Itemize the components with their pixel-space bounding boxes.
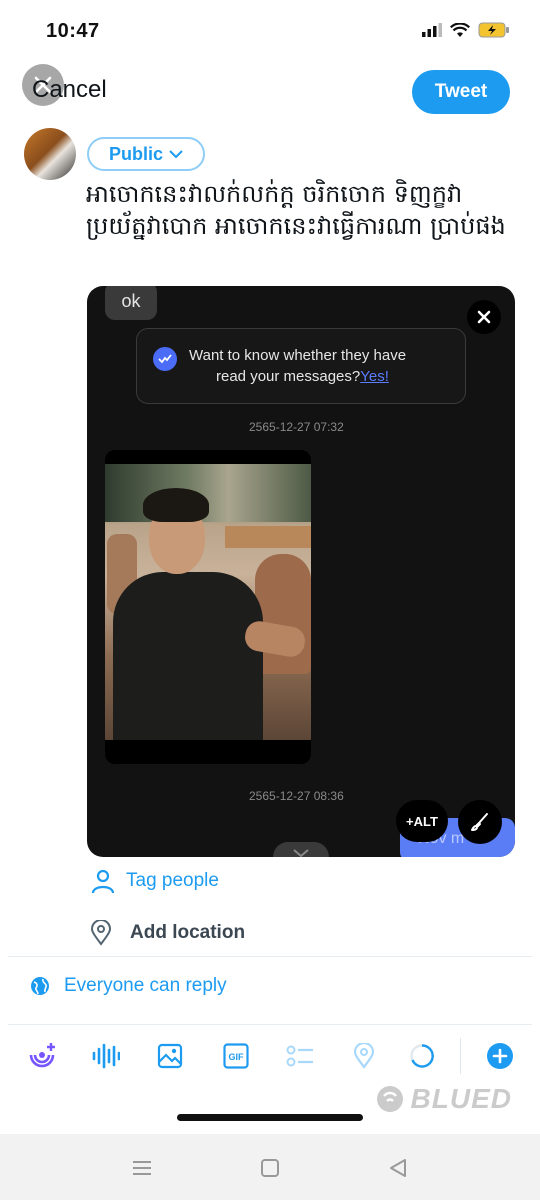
menu-lines-icon — [133, 1161, 151, 1175]
watermark-text: BLUED — [410, 1083, 512, 1114]
remove-media-button[interactable] — [467, 300, 501, 334]
photo-message — [105, 450, 311, 764]
gif-button[interactable]: GIF — [220, 1040, 252, 1072]
chevron-down-icon — [169, 150, 183, 159]
voice-button[interactable] — [90, 1040, 122, 1072]
notice-yes-link: Yes! — [360, 368, 389, 385]
spaces-button[interactable] — [26, 1040, 58, 1072]
square-icon — [261, 1159, 279, 1177]
composer-toolbar: GIF — [8, 1030, 532, 1082]
status-icons — [422, 22, 510, 38]
cancel-label[interactable]: Cancel — [32, 76, 107, 104]
cancel-button[interactable]: Cancel — [22, 62, 132, 112]
read-receipt-notice: Want to know whether they have read your… — [136, 328, 466, 404]
tag-people-label: Tag people — [126, 870, 219, 891]
home-button[interactable] — [258, 1156, 282, 1180]
audience-selector[interactable]: Public — [87, 137, 205, 171]
brush-icon — [471, 813, 488, 831]
notice-line-2: read your messages?Yes! — [216, 368, 389, 385]
location-pin-icon — [90, 920, 112, 946]
attached-image[interactable]: ok Want to know whether they have read y… — [87, 286, 515, 857]
person-photo — [105, 464, 311, 740]
wifi-icon — [450, 22, 470, 37]
phone-screen: 10:47 Cancel Tweet Public អាចោកនេះវាលក់ល… — [8, 0, 532, 1134]
tweet-button[interactable]: Tweet — [412, 70, 510, 114]
add-thread-button[interactable] — [484, 1040, 516, 1072]
waveform-icon — [92, 1043, 120, 1069]
toolbar-separator — [460, 1038, 461, 1074]
timestamp: 2565-12-27 08:36 — [249, 789, 344, 803]
home-indicator[interactable] — [177, 1114, 363, 1121]
edit-media-button[interactable] — [458, 800, 502, 844]
divider — [8, 956, 532, 957]
add-alt-text-button[interactable]: +ALT — [396, 800, 448, 842]
divider — [8, 1024, 532, 1025]
image-button[interactable] — [154, 1040, 186, 1072]
ok-message-bubble: ok — [105, 286, 157, 320]
android-nav-bar — [0, 1134, 540, 1200]
status-time: 10:47 — [46, 20, 100, 42]
person-icon — [91, 869, 115, 894]
blued-logo-icon — [376, 1086, 403, 1112]
recents-button[interactable] — [130, 1156, 154, 1180]
close-icon — [477, 310, 491, 324]
poll-icon — [286, 1045, 313, 1067]
progress-ring-icon — [410, 1044, 434, 1068]
character-count-ring — [406, 1040, 438, 1072]
signal-icon — [422, 23, 442, 37]
watermark: BLUED — [375, 1083, 512, 1115]
tag-people-button[interactable]: Tag people — [90, 868, 219, 894]
location-pin-icon — [353, 1043, 375, 1069]
add-location-button[interactable]: Add location — [90, 920, 245, 946]
timestamp: 2565-12-27 07:32 — [249, 420, 344, 434]
chevron-down-icon — [293, 849, 309, 857]
plus-icon — [487, 1043, 513, 1069]
reply-setting-button[interactable]: Everyone can reply — [30, 975, 227, 997]
notice-line-1: Want to know whether they have — [189, 347, 407, 364]
audience-label: Public — [108, 143, 163, 164]
svg-text:GIF: GIF — [229, 1052, 245, 1062]
tweet-text-input[interactable]: អាចោកនេះវាលក់លក់ក្ត ចរិកចោក ទិញក្ខវា ប្រ… — [86, 178, 516, 242]
globe-icon — [31, 977, 49, 995]
scroll-down-button — [273, 842, 329, 857]
battery-icon — [478, 22, 509, 38]
reply-setting-label: Everyone can reply — [64, 975, 227, 996]
check-badge-icon — [153, 347, 177, 371]
notice-question: read your messages? — [216, 368, 361, 385]
spaces-icon — [29, 1043, 55, 1068]
image-icon — [157, 1043, 183, 1069]
poll-button[interactable] — [284, 1040, 316, 1072]
add-location-label: Add location — [130, 922, 246, 943]
gif-icon: GIF — [223, 1043, 249, 1069]
avatar[interactable] — [24, 128, 76, 180]
back-triangle-icon — [390, 1159, 406, 1177]
location-button[interactable] — [348, 1040, 380, 1072]
status-bar: 10:47 — [8, 0, 532, 62]
back-button[interactable] — [386, 1156, 410, 1180]
